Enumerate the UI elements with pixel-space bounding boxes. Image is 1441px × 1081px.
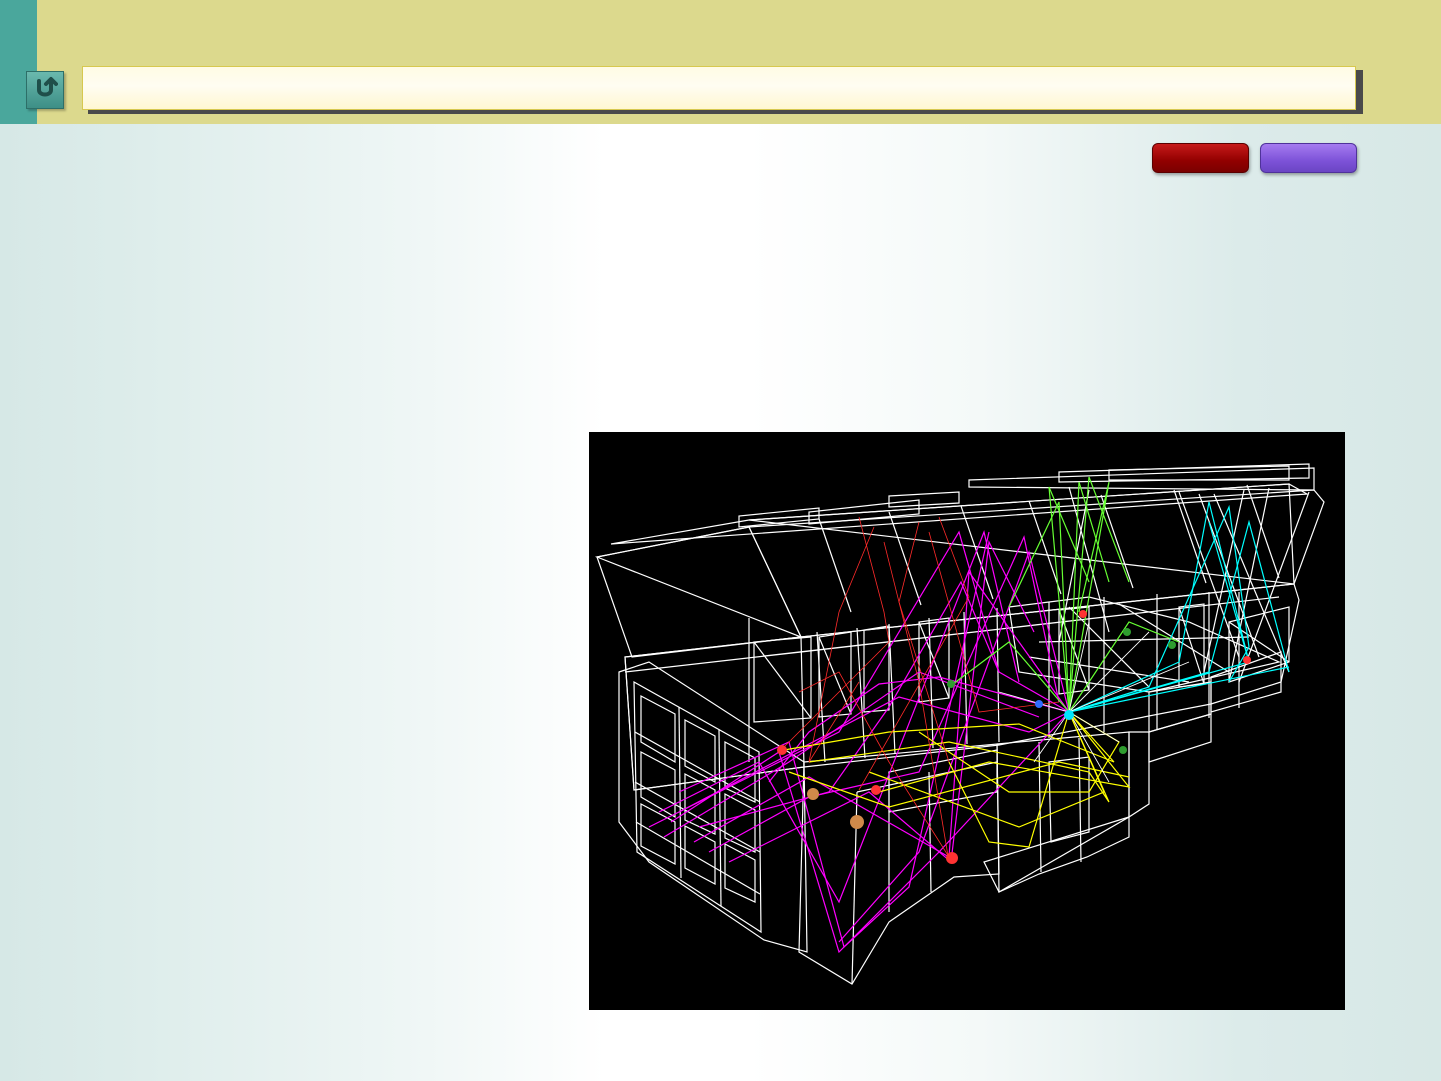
return-arrow-icon [32, 75, 58, 106]
wireframe-figure [589, 432, 1345, 1010]
title-bar [82, 66, 1356, 110]
red-action-button[interactable] [1152, 143, 1249, 173]
building-ray-tracing-illustration [589, 432, 1345, 1010]
purple-action-button[interactable] [1260, 143, 1357, 173]
back-button[interactable] [26, 71, 64, 109]
